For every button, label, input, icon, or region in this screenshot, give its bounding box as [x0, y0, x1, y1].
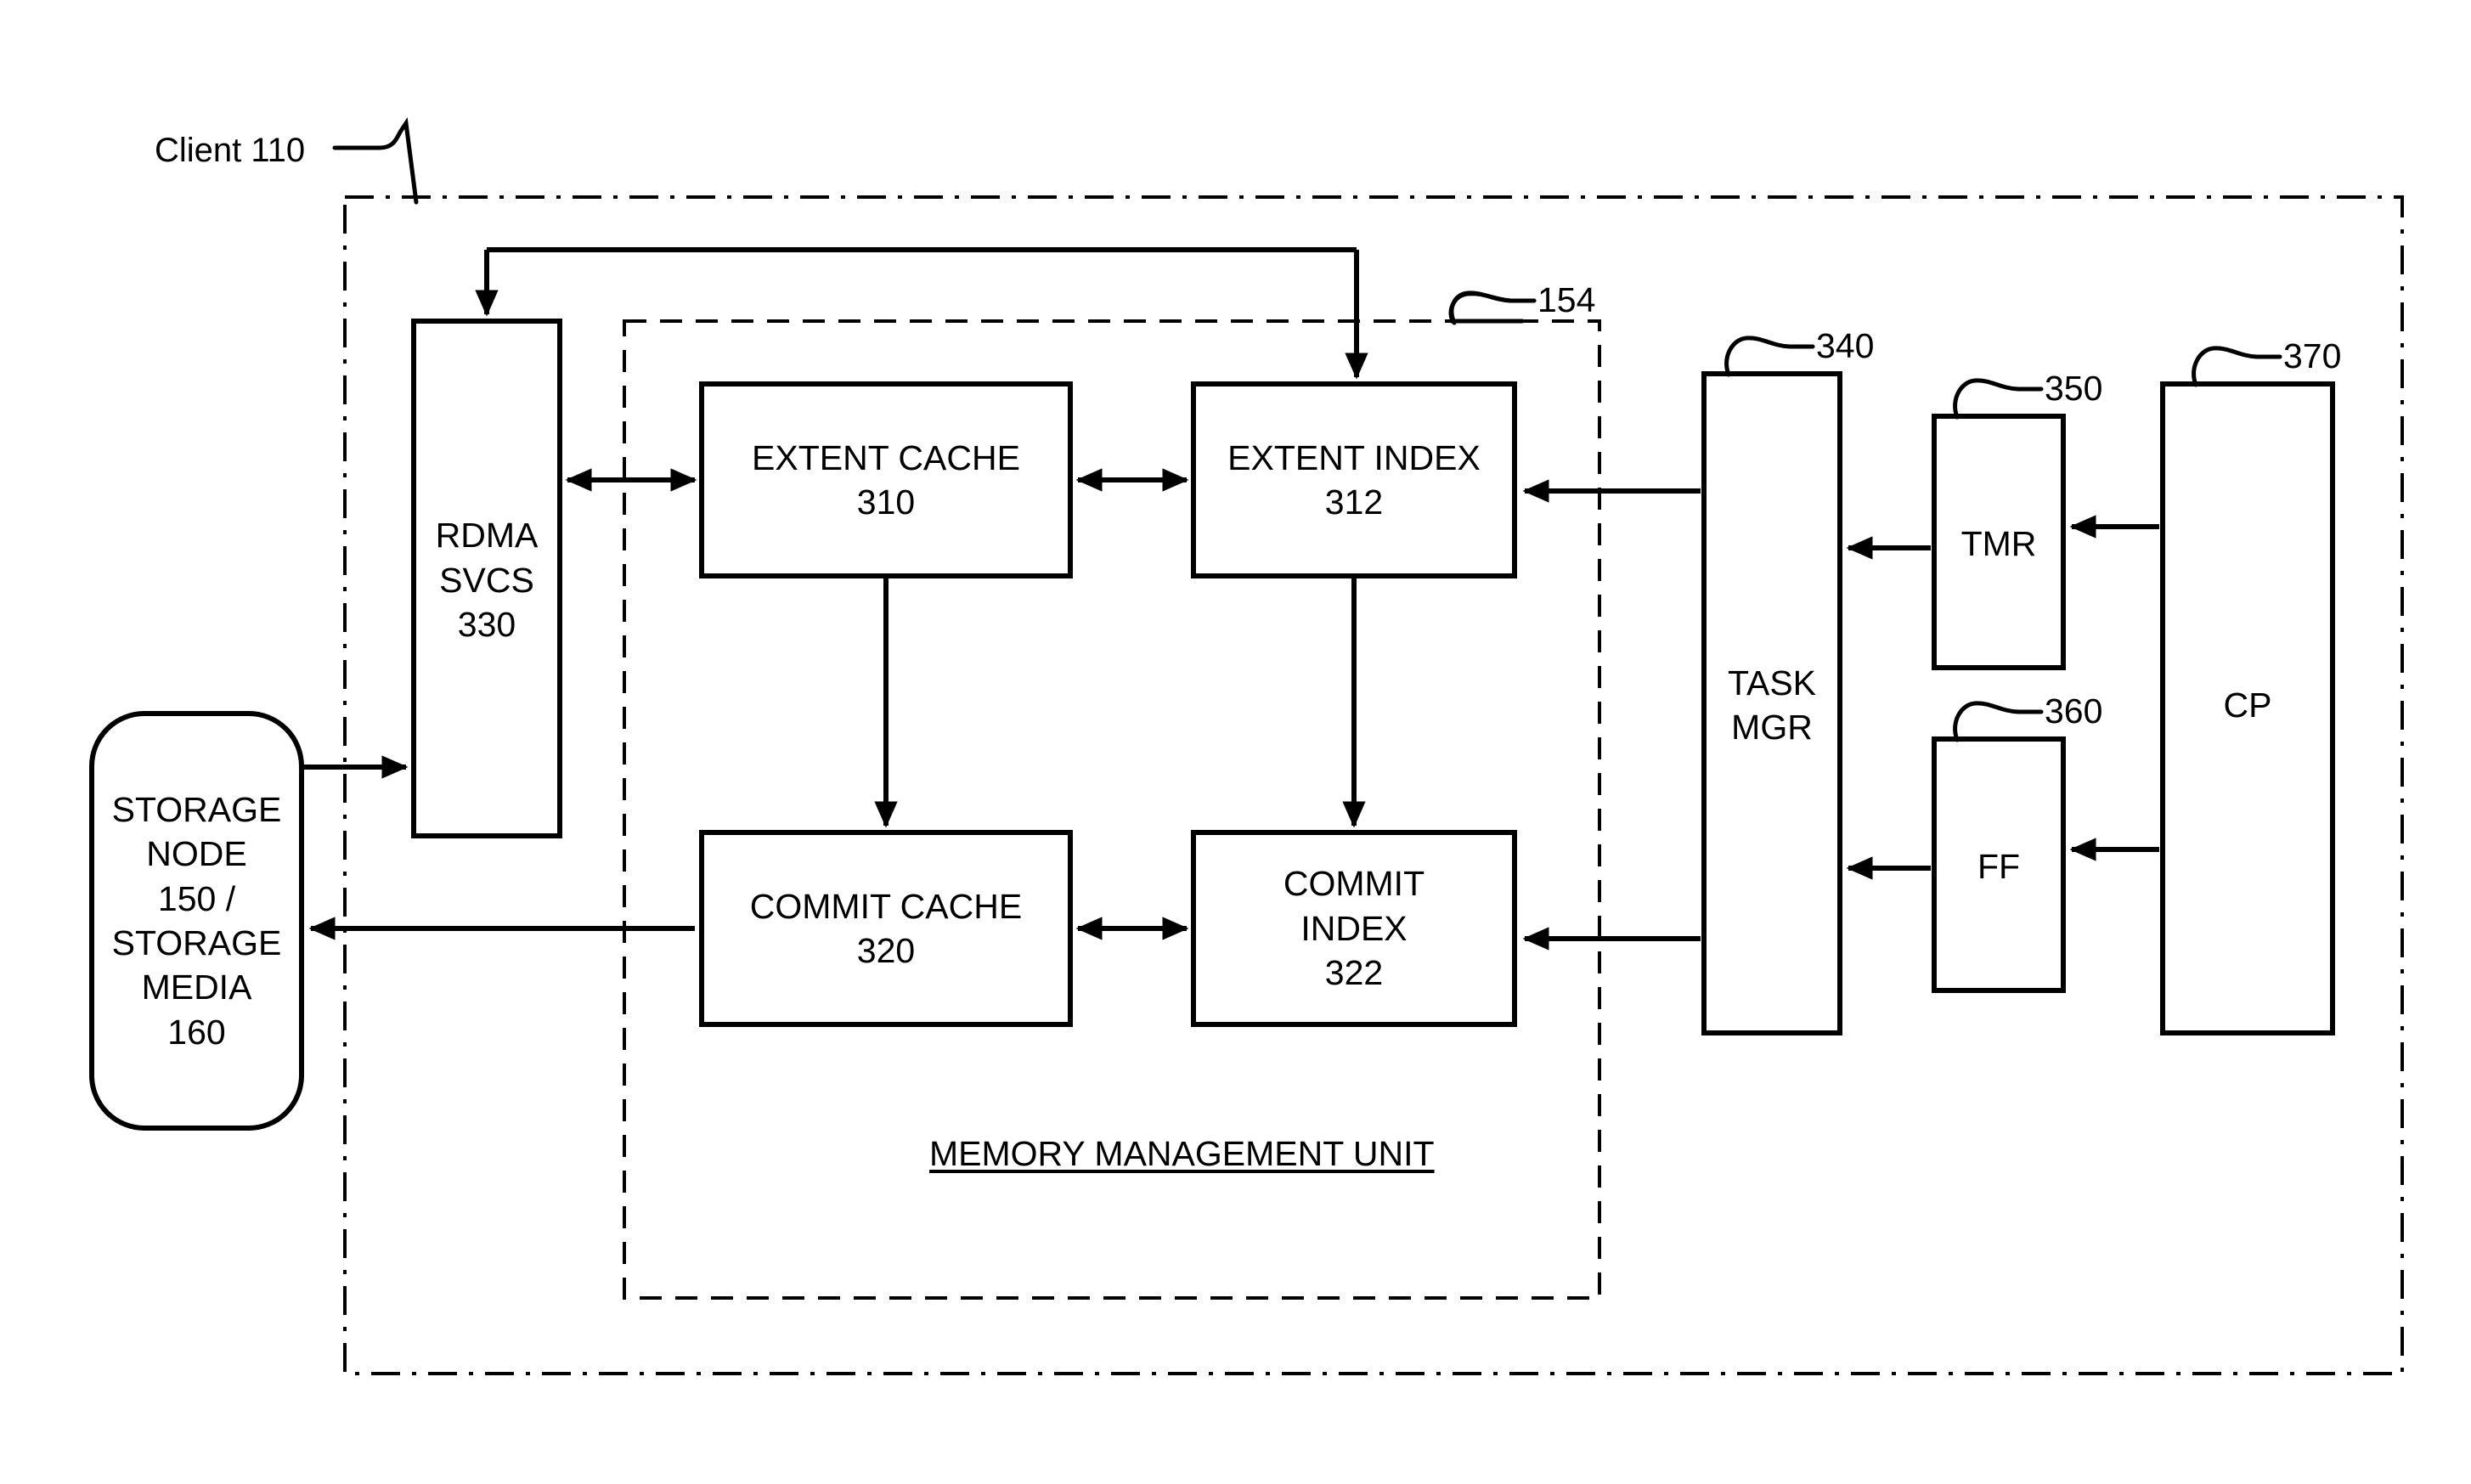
extent-index-box[interactable] — [1191, 381, 1517, 578]
task-mgr-box[interactable] — [1701, 371, 1842, 1035]
cp-ref-number: 370 — [2283, 336, 2342, 375]
ff-ref-number: 360 — [2045, 691, 2103, 731]
cp-leader-line — [2192, 346, 2282, 387]
tmr-ref-number: 350 — [2045, 369, 2103, 408]
diagram-vector-layer — [89, 117, 2404, 1375]
extent-cache-box[interactable] — [699, 381, 1073, 578]
task-mgr-leader-line — [1724, 336, 1815, 377]
mmu-caption: MEMORY MANAGEMENT UNIT — [929, 1134, 1435, 1173]
tmr-box[interactable] — [1932, 414, 2066, 670]
figure-canvas: Client 110 154 340 350 360 370 STORAGE N… — [0, 0, 2471, 1484]
client-label: Client 110 — [155, 132, 306, 169]
client-leader-line — [332, 117, 419, 205]
ff-box[interactable] — [1932, 736, 2066, 993]
task-mgr-ref-number: 340 — [1816, 326, 1875, 365]
storage-node-box[interactable] — [89, 711, 304, 1131]
mmu-ref-number: 154 — [1537, 280, 1596, 319]
commit-index-box[interactable] — [1191, 830, 1517, 1027]
mmu-leader-hook — [1449, 291, 1537, 325]
commit-cache-box[interactable] — [699, 830, 1073, 1027]
ff-leader-line — [1953, 701, 2044, 742]
rdma-svcs-box[interactable] — [411, 319, 562, 838]
cp-box[interactable] — [2160, 381, 2335, 1035]
tmr-leader-line — [1953, 378, 2044, 420]
